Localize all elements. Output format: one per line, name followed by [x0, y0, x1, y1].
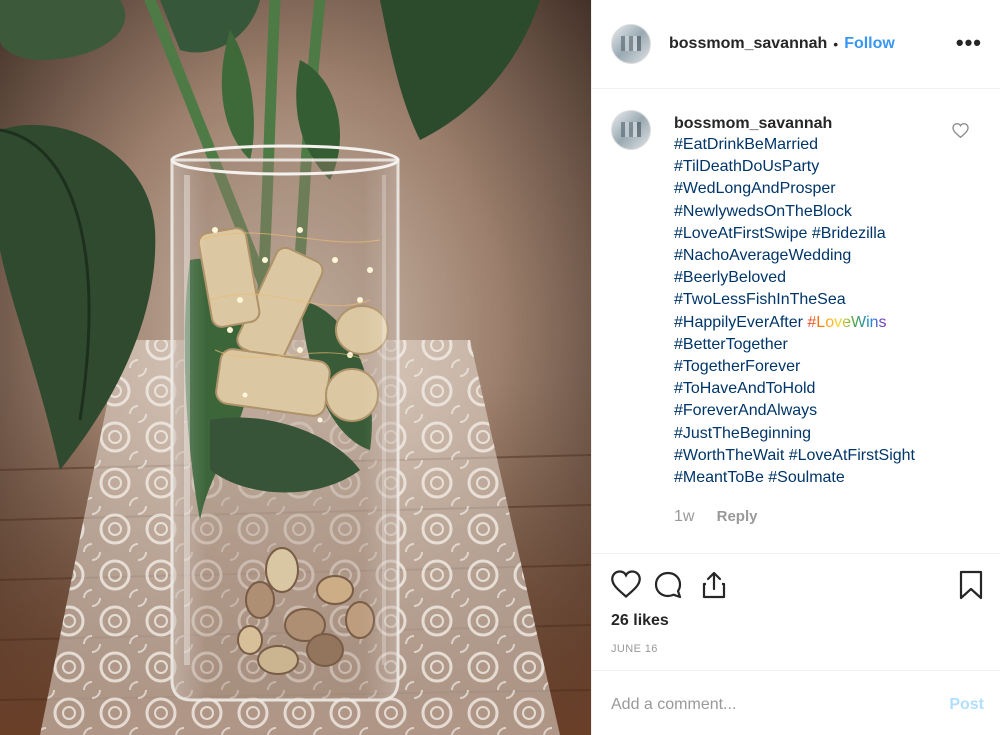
- caption-time[interactable]: 1w: [674, 508, 694, 525]
- hashtag-line[interactable]: #BeerlyBeloved: [674, 267, 944, 289]
- post-actions: 26 likes JUNE 16: [592, 553, 1000, 670]
- hashtag-lovewins[interactable]: #LoveWins: [807, 314, 886, 331]
- caption-avatar[interactable]: [611, 110, 651, 150]
- caption: bossmom_savannah #EatDrinkBeMarried #Til…: [674, 114, 944, 489]
- avatar[interactable]: [611, 24, 651, 64]
- caption-username[interactable]: bossmom_savannah: [674, 114, 944, 134]
- hashtag-line[interactable]: #MeantToBe #Soulmate: [674, 467, 944, 489]
- hashtag-line[interactable]: #BetterTogether: [674, 334, 944, 356]
- follow-button[interactable]: Follow: [844, 35, 895, 53]
- reply-button[interactable]: Reply: [717, 508, 758, 525]
- hashtag-line[interactable]: #NewlywedsOnTheBlock: [674, 201, 944, 223]
- hashtag-line[interactable]: #NachoAverageWedding: [674, 245, 944, 267]
- caption-meta: 1w Reply: [674, 508, 757, 526]
- hashtag-happily[interactable]: #HappilyEverAfter: [674, 314, 803, 331]
- hashtag-line[interactable]: #WorthTheWait #LoveAtFirstSight: [674, 445, 944, 467]
- add-comment-bar: Post: [592, 670, 1000, 735]
- post-side-panel: bossmom_savannah • Follow ••• bossmom_sa…: [591, 0, 1000, 735]
- heart-icon[interactable]: [611, 570, 641, 603]
- hashtag-line[interactable]: #JustTheBeginning: [674, 423, 944, 445]
- photo-illustration: [0, 0, 591, 735]
- comment-input[interactable]: [611, 691, 931, 719]
- header-username[interactable]: bossmom_savannah: [669, 35, 827, 53]
- hashtag-line[interactable]: #LoveAtFirstSwipe #Bridezilla: [674, 223, 944, 245]
- hashtag-line[interactable]: #ToHaveAndToHold: [674, 378, 944, 400]
- post-date[interactable]: JUNE 16: [611, 643, 658, 655]
- hashtag-line[interactable]: #TwoLessFishInTheSea: [674, 289, 944, 311]
- comment-icon[interactable]: [653, 570, 683, 605]
- post-header: bossmom_savannah • Follow •••: [592, 0, 1000, 89]
- hashtag-line[interactable]: #EatDrinkBeMarried: [674, 134, 944, 156]
- vase: [170, 144, 400, 702]
- post-modal: bossmom_savannah • Follow ••• bossmom_sa…: [0, 0, 1000, 735]
- likes-count[interactable]: 26 likes: [611, 612, 669, 630]
- hashtag-line[interactable]: #WedLongAndProsper: [674, 178, 944, 200]
- hashtag-line[interactable]: #TogetherForever: [674, 356, 944, 378]
- separator-dot: •: [833, 36, 839, 52]
- bookmark-icon[interactable]: [958, 570, 984, 605]
- comments-section: bossmom_savannah #EatDrinkBeMarried #Til…: [592, 90, 1000, 553]
- share-icon[interactable]: [699, 570, 729, 605]
- small-heart-icon[interactable]: [952, 122, 969, 143]
- more-icon[interactable]: •••: [956, 32, 982, 54]
- hashtag-line[interactable]: #TilDeathDoUsParty: [674, 156, 944, 178]
- post-button[interactable]: Post: [949, 696, 984, 714]
- hashtag-line[interactable]: #ForeverAndAlways: [674, 400, 944, 422]
- post-photo: [0, 0, 591, 735]
- hashtag-line-happily: #HappilyEverAfter #LoveWins: [674, 312, 944, 334]
- caption-hashtags: #EatDrinkBeMarried #TilDeathDoUsParty #W…: [674, 134, 944, 489]
